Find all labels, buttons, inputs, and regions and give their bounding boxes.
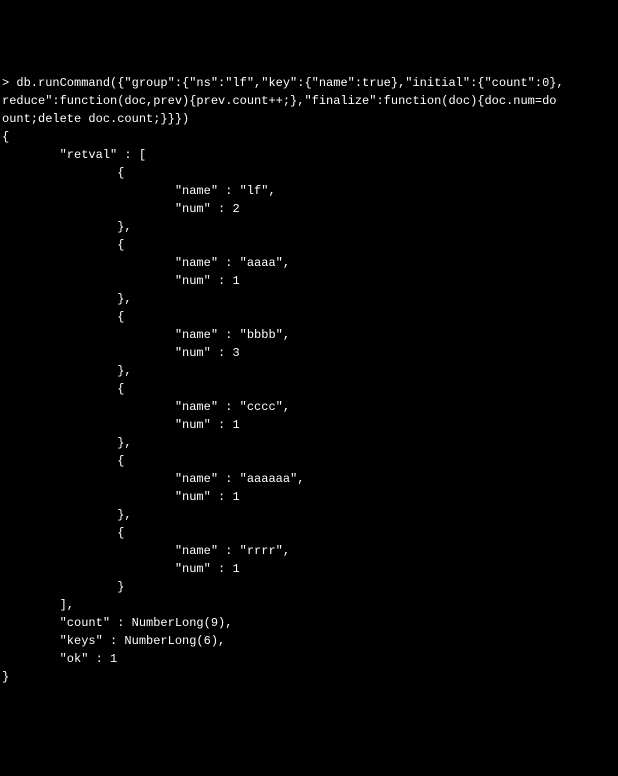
retval-open: "retval" : [ — [2, 148, 146, 162]
item-5-close: } — [2, 580, 124, 594]
result-open: { — [2, 130, 9, 144]
item-2-open: { — [2, 310, 124, 324]
item-4-open: { — [2, 454, 124, 468]
item-1-num: "num" : 1 — [2, 274, 240, 288]
item-2-close: }, — [2, 364, 132, 378]
item-2-name: "name" : "bbbb", — [2, 328, 290, 342]
command-line-1: > db.runCommand({"group":{"ns":"lf","key… — [2, 76, 564, 90]
item-3-num: "num" : 1 — [2, 418, 240, 432]
item-5-open: { — [2, 526, 124, 540]
terminal-output: > db.runCommand({"group":{"ns":"lf","key… — [2, 74, 616, 686]
item-1-name: "name" : "aaaa", — [2, 256, 290, 270]
command-line-2: reduce":function(doc,prev){prev.count++;… — [2, 94, 557, 108]
item-4-close: }, — [2, 508, 132, 522]
item-5-name: "name" : "rrrr", — [2, 544, 290, 558]
item-0-num: "num" : 2 — [2, 202, 240, 216]
item-0-name: "name" : "lf", — [2, 184, 276, 198]
item-1-open: { — [2, 238, 124, 252]
keys-line: "keys" : NumberLong(6), — [2, 634, 225, 648]
item-3-close: }, — [2, 436, 132, 450]
item-0-close: }, — [2, 220, 132, 234]
item-4-name: "name" : "aaaaaa", — [2, 472, 304, 486]
item-5-num: "num" : 1 — [2, 562, 240, 576]
item-3-open: { — [2, 382, 124, 396]
item-3-name: "name" : "cccc", — [2, 400, 290, 414]
item-4-num: "num" : 1 — [2, 490, 240, 504]
result-close: } — [2, 670, 9, 684]
item-0-open: { — [2, 166, 124, 180]
item-1-close: }, — [2, 292, 132, 306]
item-2-num: "num" : 3 — [2, 346, 240, 360]
count-line: "count" : NumberLong(9), — [2, 616, 232, 630]
command-line-3: ount;delete doc.count;}}}) — [2, 112, 189, 126]
retval-close: ], — [2, 598, 74, 612]
ok-line: "ok" : 1 — [2, 652, 117, 666]
